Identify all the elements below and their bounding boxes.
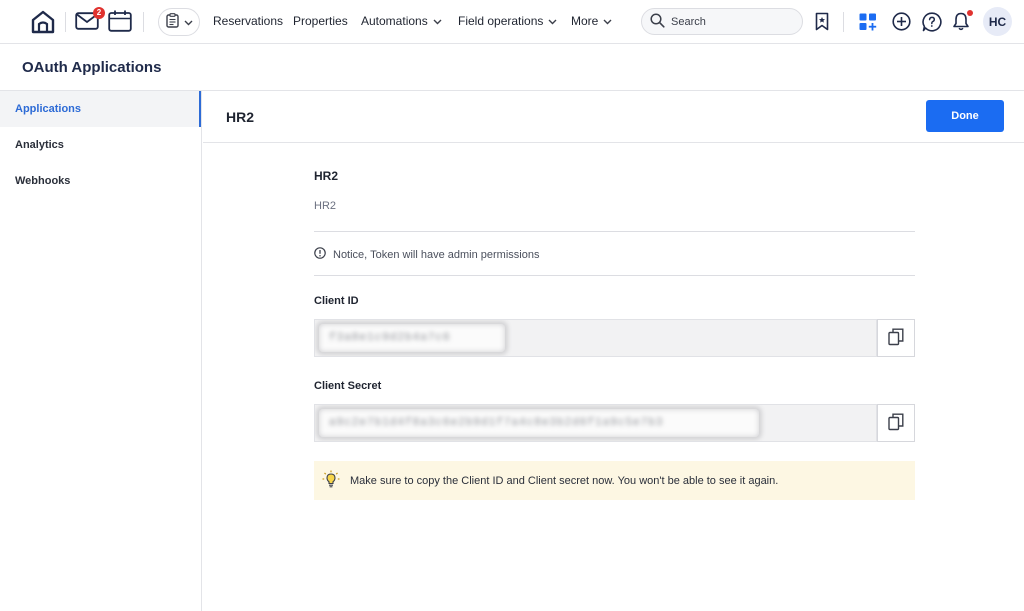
- menu-automations[interactable]: Automations: [361, 14, 442, 28]
- client-id-value: f3a8e1c9d2b4a7c6: [329, 332, 451, 344]
- apps-grid-icon[interactable]: [858, 12, 878, 32]
- search-input[interactable]: [671, 15, 791, 28]
- copy-warning-tip: Make sure to copy the Client ID and Clie…: [314, 461, 915, 500]
- plus-circle-icon[interactable]: [891, 11, 912, 32]
- menu-label: Automations: [361, 14, 428, 28]
- client-id-field[interactable]: f3a8e1c9d2b4a7c6: [314, 319, 877, 357]
- mail-icon[interactable]: 2: [75, 7, 105, 31]
- mail-badge: 2: [93, 7, 105, 19]
- client-secret-label: Client Secret: [314, 380, 382, 392]
- page-header: OAuth Applications: [0, 45, 1024, 91]
- sidebar: Applications Analytics Webhooks: [0, 91, 202, 611]
- app-name: HR2: [314, 169, 339, 183]
- nav-separator: [143, 12, 144, 32]
- sidebar-item-label: Webhooks: [15, 175, 71, 187]
- calendar-icon[interactable]: [107, 10, 132, 32]
- sidebar-item-analytics[interactable]: Analytics: [0, 127, 201, 163]
- help-icon[interactable]: [921, 11, 942, 32]
- client-secret-field[interactable]: a9c2e7b1d4f8a3c6e2b9d1f7a4c8e3b2d6f1a9c5…: [314, 404, 877, 442]
- sidebar-item-webhooks[interactable]: Webhooks: [0, 163, 201, 199]
- clipboard-menu-button[interactable]: [158, 8, 200, 36]
- sidebar-item-label: Analytics: [15, 139, 64, 151]
- client-secret-row: a9c2e7b1d4f8a3c6e2b9d1f7a4c8e3b2d6f1a9c5…: [314, 404, 915, 442]
- tip-text: Make sure to copy the Client ID and Clie…: [350, 474, 779, 487]
- divider: [314, 231, 915, 232]
- application-title: HR2: [226, 108, 255, 125]
- menu-label: Reservations: [213, 14, 284, 28]
- notification-dot: [967, 10, 973, 16]
- menu-reservations[interactable]: Reservations: [213, 14, 283, 28]
- done-button[interactable]: Done: [926, 100, 1004, 132]
- top-navigation: 2 Reservations Properties Automations Fi…: [0, 0, 1024, 44]
- avatar[interactable]: HC: [983, 7, 1012, 36]
- divider: [314, 275, 915, 276]
- info-icon: [314, 247, 326, 262]
- chevron-down-icon: [433, 14, 442, 28]
- sidebar-item-label: Applications: [15, 103, 82, 115]
- page-title: OAuth Applications: [22, 59, 162, 76]
- copy-icon: [888, 328, 904, 349]
- client-id-row: f3a8e1c9d2b4a7c6: [314, 319, 915, 357]
- search-icon: [650, 12, 665, 31]
- sidebar-item-applications[interactable]: Applications: [0, 91, 201, 127]
- menu-label: Properties: [293, 14, 348, 28]
- app-description: HR2: [314, 200, 337, 212]
- client-id-value-blurred: f3a8e1c9d2b4a7c6: [319, 324, 505, 352]
- copy-client-id-button[interactable]: [877, 319, 915, 357]
- menu-field-operations[interactable]: Field operations: [458, 14, 557, 28]
- bookmark-icon[interactable]: [813, 11, 831, 32]
- notice-text: Notice, Token will have admin permission…: [333, 248, 540, 261]
- admin-notice: Notice, Token will have admin permission…: [314, 247, 539, 262]
- nav-separator: [843, 12, 844, 32]
- chevron-down-icon: [184, 15, 193, 29]
- copy-icon: [888, 413, 904, 434]
- clipboard-icon: [165, 13, 179, 31]
- lightbulb-icon: [322, 470, 340, 491]
- chevron-down-icon: [548, 14, 557, 28]
- menu-label: More: [571, 14, 599, 28]
- client-id-label: Client ID: [314, 295, 359, 307]
- client-secret-value: a9c2e7b1d4f8a3c6e2b9d1f7a4c8e3b2d6f1a9c5…: [329, 417, 664, 429]
- chevron-down-icon: [603, 14, 612, 28]
- menu-properties[interactable]: Properties: [293, 14, 348, 28]
- nav-separator: [65, 12, 66, 32]
- client-secret-value-blurred: a9c2e7b1d4f8a3c6e2b9d1f7a4c8e3b2d6f1a9c5…: [319, 409, 759, 437]
- menu-more[interactable]: More: [571, 14, 612, 28]
- search-box[interactable]: [641, 8, 803, 35]
- menu-label: Field operations: [458, 14, 544, 28]
- home-icon[interactable]: [29, 8, 57, 36]
- copy-client-secret-button[interactable]: [877, 404, 915, 442]
- bell-icon[interactable]: [951, 10, 973, 32]
- main-header: HR2 Done: [203, 91, 1024, 143]
